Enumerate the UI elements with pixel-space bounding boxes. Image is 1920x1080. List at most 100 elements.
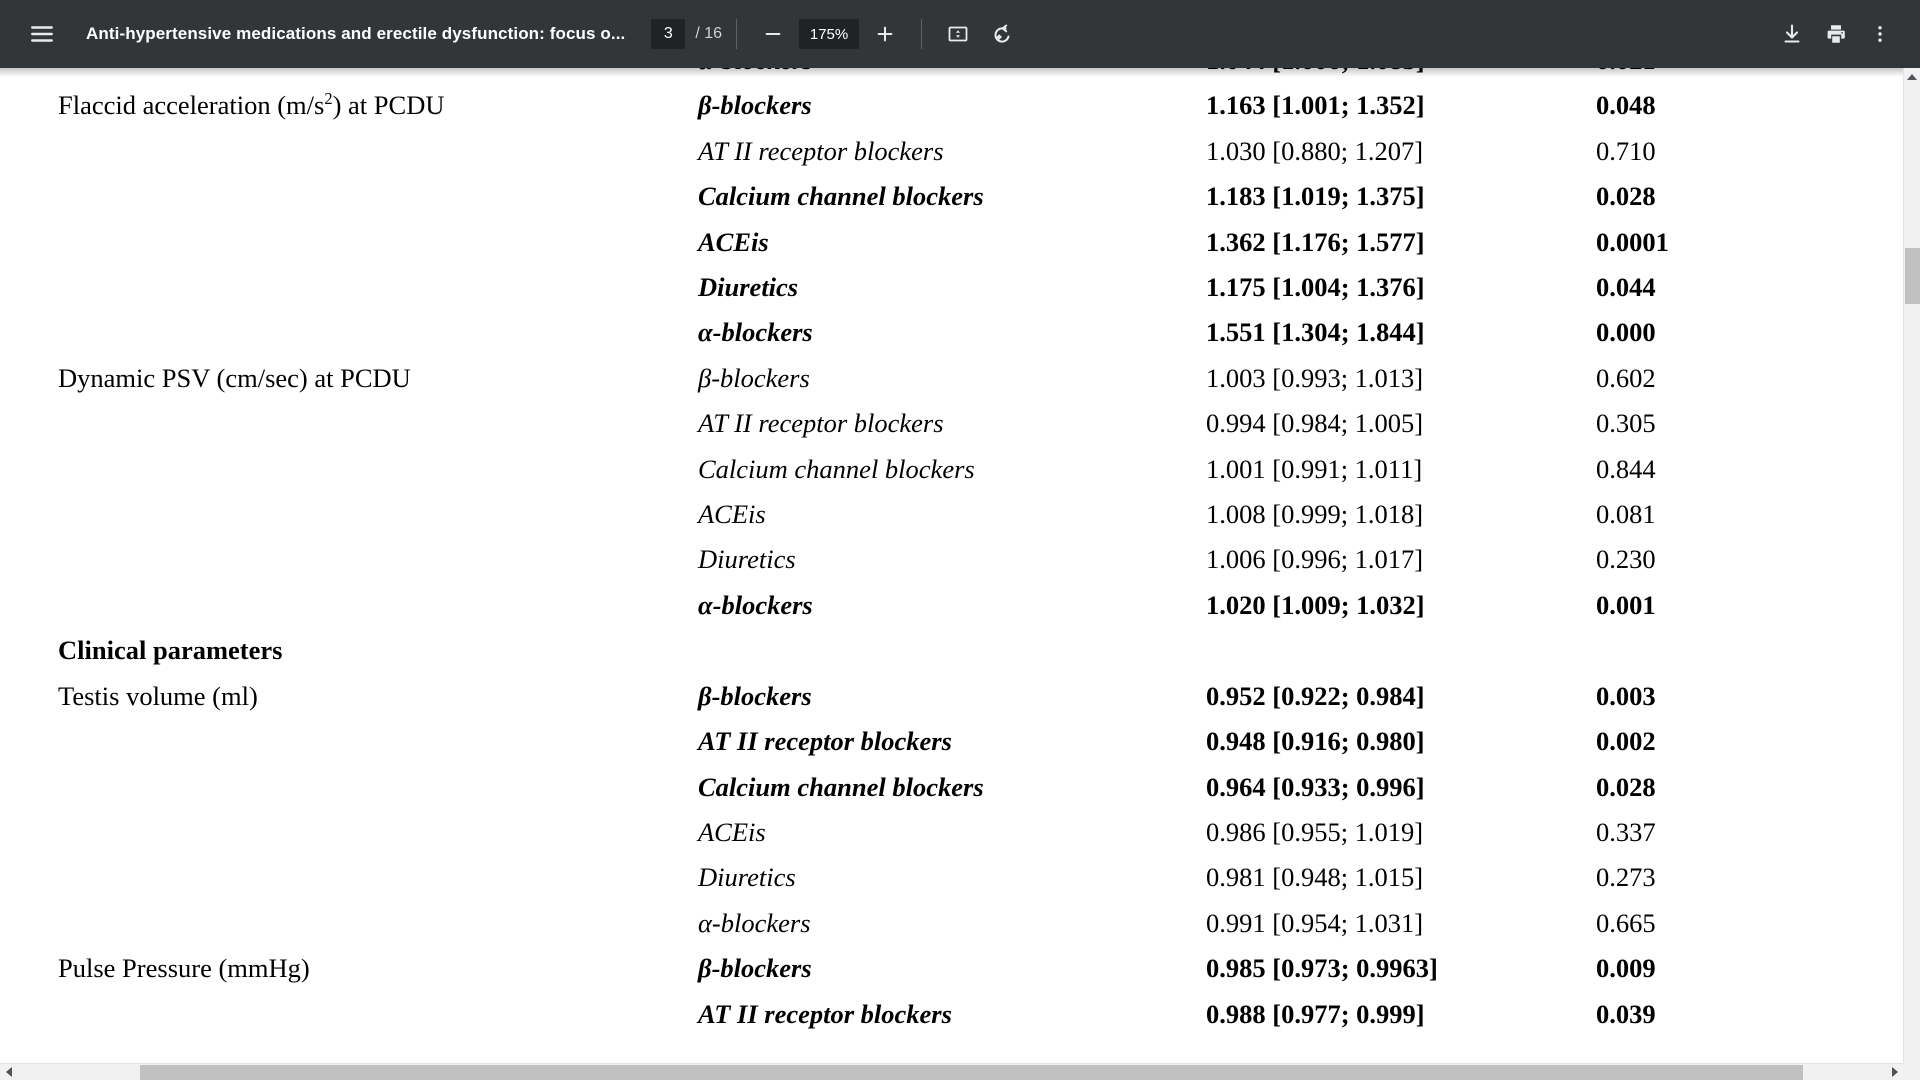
table-row: AT II receptor blockers 1.030 [0.880; 1.2… [58, 129, 1848, 174]
p-value: 0.021 [1596, 68, 1848, 83]
p-value: 0.230 [1596, 544, 1656, 575]
p-value: 0.305 [1596, 408, 1656, 439]
p-value: 0.000 [1596, 317, 1656, 348]
parameter-label [58, 583, 698, 628]
parameter-label [58, 401, 698, 446]
parameter-label: Testis volume (ml) [58, 680, 258, 711]
zoom-controls-group: 175% [751, 12, 907, 56]
odds-ratio-value: 1.003 [0.993; 1.013] [1206, 362, 1424, 393]
p-value: 0.028 [1596, 771, 1656, 802]
table-row: α-blockers 0.991 [0.954; 1.031] 0.665 [58, 901, 1848, 946]
table-row: AT II receptor blockers 0.988 [0.977; 0.9… [58, 992, 1848, 1037]
table-row: Flaccid acceleration (m/s2) at PCDU β-blo… [58, 83, 1848, 128]
parameter-label [58, 129, 698, 174]
parameter-label [58, 68, 698, 83]
odds-ratio-value: 1.020 [1.009; 1.032] [1206, 589, 1425, 620]
p-value: 0.0001 [1596, 226, 1669, 257]
parameter-label [58, 447, 698, 492]
horizontal-scrollbar-thumb[interactable] [140, 1065, 1803, 1080]
hamburger-menu-icon[interactable] [20, 12, 64, 56]
table-row: Calcium channel blockers 1.001 [0.991; 1.… [58, 447, 1848, 492]
toolbar-divider-2 [921, 19, 923, 49]
drug-class-label [698, 628, 1206, 673]
odds-ratio-value: 1.175 [1.004; 1.376] [1206, 272, 1425, 303]
odds-ratio-value: 1.551 [1.304; 1.844] [1206, 317, 1425, 348]
drug-class-label: β-blockers [698, 680, 812, 711]
p-value: 0.039 [1596, 998, 1656, 1029]
rotate-counterclockwise-icon[interactable] [980, 12, 1024, 56]
p-value: 0.665 [1596, 907, 1656, 938]
parameter-label [58, 855, 698, 900]
odds-ratio-value: 1.163 [1.001; 1.352] [1206, 90, 1425, 121]
p-value: 0.710 [1596, 135, 1656, 166]
parameter-label: Flaccid acceleration (m/s2) at PCDU [58, 89, 445, 121]
drug-class-label: AT II receptor blockers [698, 408, 944, 439]
print-icon[interactable] [1814, 12, 1858, 56]
drug-class-label: Diuretics [698, 544, 796, 575]
parameter-label [58, 310, 698, 355]
odds-ratio-value: 0.964 [0.933; 0.996] [1206, 771, 1425, 802]
vertical-scrollbar-thumb[interactable] [1905, 248, 1920, 304]
pdf-page-viewer[interactable]: α-blockers1.044 [1.006; 1.083]0.021Flacc… [0, 68, 1920, 1080]
more-vertical-icon[interactable] [1858, 12, 1902, 56]
table-row: Dynamic PSV (cm/sec) at PCDU β-blockers 1.… [58, 356, 1848, 401]
scroll-left-arrow-icon[interactable] [0, 1064, 17, 1080]
drug-class-label: α-blockers [698, 68, 1206, 83]
minus-icon[interactable] [751, 12, 795, 56]
odds-ratio-value: 0.952 [0.922; 0.984] [1206, 680, 1425, 711]
odds-ratio-value: 1.008 [0.999; 1.018] [1206, 499, 1424, 530]
odds-ratio-value: 1.362 [1.176; 1.577] [1206, 226, 1425, 257]
p-value: 0.273 [1596, 862, 1656, 893]
plus-icon[interactable] [863, 12, 907, 56]
drug-class-label: AT II receptor blockers [698, 135, 944, 166]
table-row: Testis volume (ml) β-blockers 0.952 [0.922… [58, 674, 1848, 719]
toolbar-divider-1 [736, 19, 738, 49]
scrollbar-corner [1903, 1063, 1920, 1080]
parameter-label [58, 765, 698, 810]
p-value: 0.602 [1596, 362, 1656, 393]
p-value: 0.001 [1596, 589, 1656, 620]
drug-class-label: ACEis [698, 499, 766, 530]
page-number-input[interactable] [651, 19, 686, 49]
scroll-right-arrow-icon[interactable] [1886, 1064, 1903, 1080]
parameter-label [58, 719, 698, 764]
drug-class-label: α-blockers [698, 589, 813, 620]
scroll-up-arrow-icon[interactable] [1904, 68, 1920, 85]
odds-ratio-value: 0.948 [0.916; 0.980] [1206, 726, 1425, 757]
section-heading: Clinical parameters [58, 635, 283, 666]
drug-class-label: Calcium channel blockers [698, 181, 984, 212]
drug-class-label: Diuretics [698, 272, 799, 303]
drug-class-label: Calcium channel blockers [698, 453, 975, 484]
drug-class-label: AT II receptor blockers [698, 726, 952, 757]
vertical-scrollbar[interactable] [1903, 68, 1920, 1080]
table-row: Diuretics 0.981 [0.948; 1.015] 0.273 [58, 855, 1848, 900]
parameter-label [58, 537, 698, 582]
drug-class-label: Diuretics [698, 862, 796, 893]
fit-to-page-icon[interactable] [936, 12, 980, 56]
drug-class-label: Calcium channel blockers [698, 771, 984, 802]
p-value: 0.844 [1596, 453, 1656, 484]
odds-ratio-value: 0.981 [0.948; 1.015] [1206, 862, 1424, 893]
download-icon[interactable] [1770, 12, 1814, 56]
p-value: 0.337 [1596, 816, 1656, 847]
table-row: Pulse Pressure (mmHg) β-blockers 0.985 [0.… [58, 946, 1848, 991]
table-row: ACEis 0.986 [0.955; 1.019] 0.337 [58, 810, 1848, 855]
document-title: Anti-hypertensive medications and erecti… [86, 24, 626, 43]
odds-ratio-value: 0.988 [0.977; 0.999] [1206, 998, 1425, 1029]
zoom-level-display[interactable]: 175% [799, 19, 860, 49]
page-navigation-group: / 16 [651, 19, 722, 49]
p-value [1596, 628, 1848, 673]
pdf-viewer-toolbar: Anti-hypertensive medications and erecti… [0, 0, 1920, 68]
odds-ratio-value: 0.986 [0.955; 1.019] [1206, 816, 1424, 847]
parameter-label [58, 810, 698, 855]
table-row: ACEis 1.008 [0.999; 1.018] 0.081 [58, 492, 1848, 537]
table-row: ACEis 1.362 [1.176; 1.577] 0.0001 [58, 220, 1848, 265]
pdf-page-content: α-blockers1.044 [1.006; 1.083]0.021Flacc… [0, 68, 1904, 1037]
table-row: AT II receptor blockers 0.948 [0.916; 0.9… [58, 719, 1848, 764]
table-row: α-blockers1.044 [1.006; 1.083]0.021 [58, 68, 1848, 83]
drug-class-label: α-blockers [698, 907, 811, 938]
p-value: 0.003 [1596, 680, 1656, 711]
drug-class-label: α-blockers [698, 317, 813, 348]
p-value: 0.048 [1596, 90, 1656, 121]
horizontal-scrollbar[interactable] [0, 1063, 1903, 1080]
